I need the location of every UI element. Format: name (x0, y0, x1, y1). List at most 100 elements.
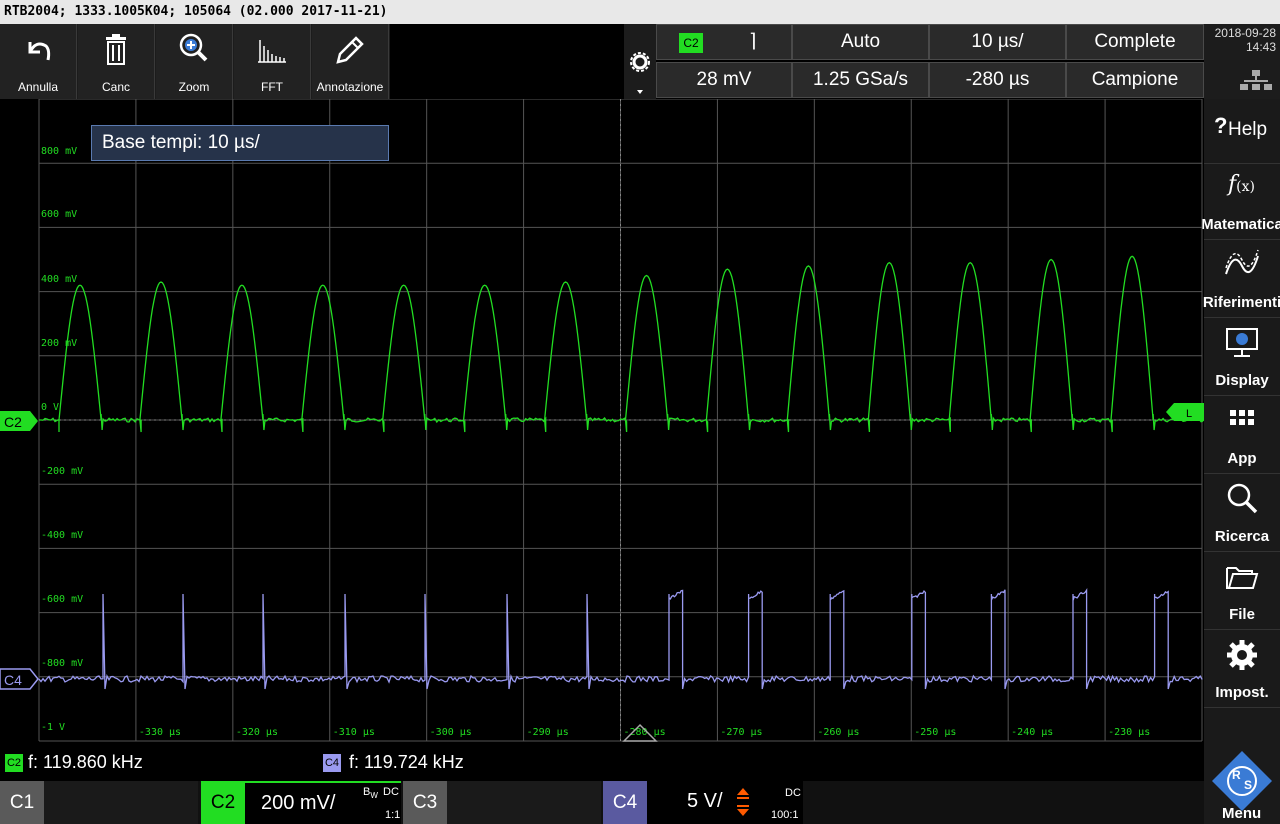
channel-c1-tab[interactable]: C1 (0, 781, 198, 824)
x-tick-label: -250 µs (914, 727, 956, 738)
network-icon (1240, 70, 1272, 90)
zoom-label: Zoom (178, 80, 210, 94)
y-tick-label: 400 mV (41, 274, 77, 285)
x-tick-label: -330 µs (139, 727, 181, 738)
fft-label: FFT (261, 80, 283, 94)
delete-label: Canc (101, 80, 130, 94)
svg-text:L: L (1186, 408, 1192, 420)
undo-icon (28, 42, 51, 61)
help-label: Help (1228, 119, 1268, 140)
timebase-info-box: Base tempi: 10 µs/ (91, 125, 389, 161)
x-tick-label: -320 µs (236, 727, 278, 738)
y-tick-label: 200 mV (41, 338, 77, 349)
display-button[interactable]: Display (1204, 318, 1280, 396)
channel-c2-tab[interactable]: C2 200 mV/ BW DC 1:1 (201, 781, 401, 824)
toolbar: Annulla Canc Zoom FFT Annotazione (0, 24, 390, 99)
function-icon: f(x) (1228, 172, 1255, 197)
window-title: RTB2004; 1333.1005K04; 105064 (02.000 20… (0, 0, 1280, 24)
timebase[interactable]: 10 µs/ (929, 24, 1066, 60)
trash-icon (106, 34, 126, 65)
trigger-mode[interactable]: Auto (792, 24, 929, 60)
search-button[interactable]: Ricerca (1204, 474, 1280, 552)
menu-button[interactable]: R S Menu (1204, 745, 1280, 824)
measurement-row: C2 f: 119.860 kHz C4 f: 119.724 kHz (0, 745, 1204, 781)
y-axis-labels: 800 mV 600 mV 400 mV 200 mV 0 V -200 mV -400 m… (41, 146, 83, 733)
channel-bar: C1 C2 200 mV/ BW DC 1:1 C3 C4 5 V/ DC 10… (0, 781, 1204, 824)
x-tick-label: -310 µs (333, 727, 375, 738)
math-button[interactable]: f(x) Matematica (1201, 164, 1280, 240)
folder-icon (1226, 567, 1259, 589)
zoom-button[interactable]: Zoom (156, 24, 233, 99)
annotation-button[interactable]: Annotazione (312, 24, 389, 99)
zoom-icon (179, 33, 208, 62)
c2-meas-badge: C2 (5, 754, 23, 772)
c2-scale[interactable]: 200 mV/ (261, 792, 335, 815)
annotation-label: Annotazione (316, 80, 384, 94)
channel-c3-tab[interactable]: C3 (403, 781, 601, 824)
y-tick-label: -1 V (41, 722, 65, 733)
sample-rate[interactable]: 1.25 GSa/s (792, 62, 929, 98)
y-tick-label: -400 mV (41, 530, 83, 541)
trigger-level-marker: L (1166, 403, 1204, 421)
c2-probe: 1:1 (385, 809, 401, 821)
display-icon (1226, 328, 1258, 357)
x-tick-label: -230 µs (1108, 727, 1150, 738)
svg-text:S: S (1244, 778, 1252, 792)
c4-marker-label: C4 (4, 672, 22, 688)
time-text: 14:43 (1245, 40, 1276, 54)
y-tick-label: -200 mV (41, 466, 83, 477)
apps-icon (1230, 410, 1254, 425)
c2-bandwidth-label: BW (363, 786, 378, 801)
display-label: Display (1215, 372, 1269, 389)
channel-c4-tab[interactable]: C4 5 V/ DC 100:1 (603, 781, 803, 824)
search-icon (1227, 483, 1258, 514)
c2-waveform (39, 255, 1204, 433)
trigger-level[interactable]: 28 mV (656, 62, 792, 98)
reference-label: Riferimenti (1202, 294, 1280, 311)
horizontal-offset[interactable]: -280 µs (929, 62, 1066, 98)
c4-coupling: DC (785, 787, 801, 799)
delete-button[interactable]: Canc (78, 24, 155, 99)
x-tick-label: -300 µs (430, 727, 472, 738)
reference-icon (1225, 249, 1259, 275)
c4-frequency[interactable]: f: 119.724 kHz (349, 752, 464, 773)
fft-button[interactable]: FFT (234, 24, 311, 99)
c4-invert-icon (737, 788, 749, 816)
acquisition-params: C2 ⌉ Auto 10 µs/ Complete 28 mV 1.25 GSa… (656, 24, 1204, 99)
settings-button[interactable]: Impost. (1204, 630, 1280, 708)
c4-meas-badge: C4 (323, 754, 341, 772)
svg-text:R: R (1232, 768, 1241, 782)
reference-button[interactable]: Riferimenti (1202, 240, 1280, 318)
trigger-source-cell[interactable]: C2 ⌉ (656, 24, 792, 60)
acquisition-status[interactable]: Complete (1066, 24, 1204, 60)
file-label: File (1229, 606, 1255, 623)
help-button[interactable]: ? Help (1204, 99, 1280, 164)
c2-label: C2 (201, 781, 245, 824)
c1-label: C1 (0, 781, 44, 824)
c2-marker-label: C2 (4, 414, 22, 430)
x-tick-label: -270 µs (720, 727, 762, 738)
apps-button[interactable]: App (1204, 396, 1280, 474)
search-label: Ricerca (1214, 528, 1270, 545)
y-tick-label: 600 mV (41, 209, 77, 220)
fft-icon (258, 40, 286, 63)
pencil-icon (336, 36, 364, 64)
dropdown-arrow-icon (637, 90, 643, 94)
help-icon: ? (1214, 113, 1228, 138)
y-tick-label: 800 mV (41, 146, 77, 157)
settings-label: Impost. (1215, 684, 1269, 701)
x-tick-label: -290 µs (527, 727, 569, 738)
c4-probe: 100:1 (771, 809, 799, 821)
slope-icon: ⌉ (749, 31, 757, 52)
undo-button[interactable]: Annulla (0, 24, 77, 99)
apps-label: App (1227, 450, 1257, 467)
file-button[interactable]: File (1204, 552, 1280, 630)
trigger-channel-badge: C2 (679, 33, 703, 53)
quick-settings-button[interactable] (624, 24, 656, 99)
acquisition-mode[interactable]: Campione (1066, 62, 1204, 98)
x-tick-label: -240 µs (1011, 727, 1053, 738)
c2-frequency[interactable]: f: 119.860 kHz (28, 752, 143, 773)
waveform-display[interactable]: 800 mV 600 mV 400 mV 200 mV 0 V -200 mV -400 m… (0, 98, 1204, 745)
y-tick-label: 0 V (41, 402, 59, 413)
c4-scale[interactable]: 5 V/ (687, 790, 723, 813)
